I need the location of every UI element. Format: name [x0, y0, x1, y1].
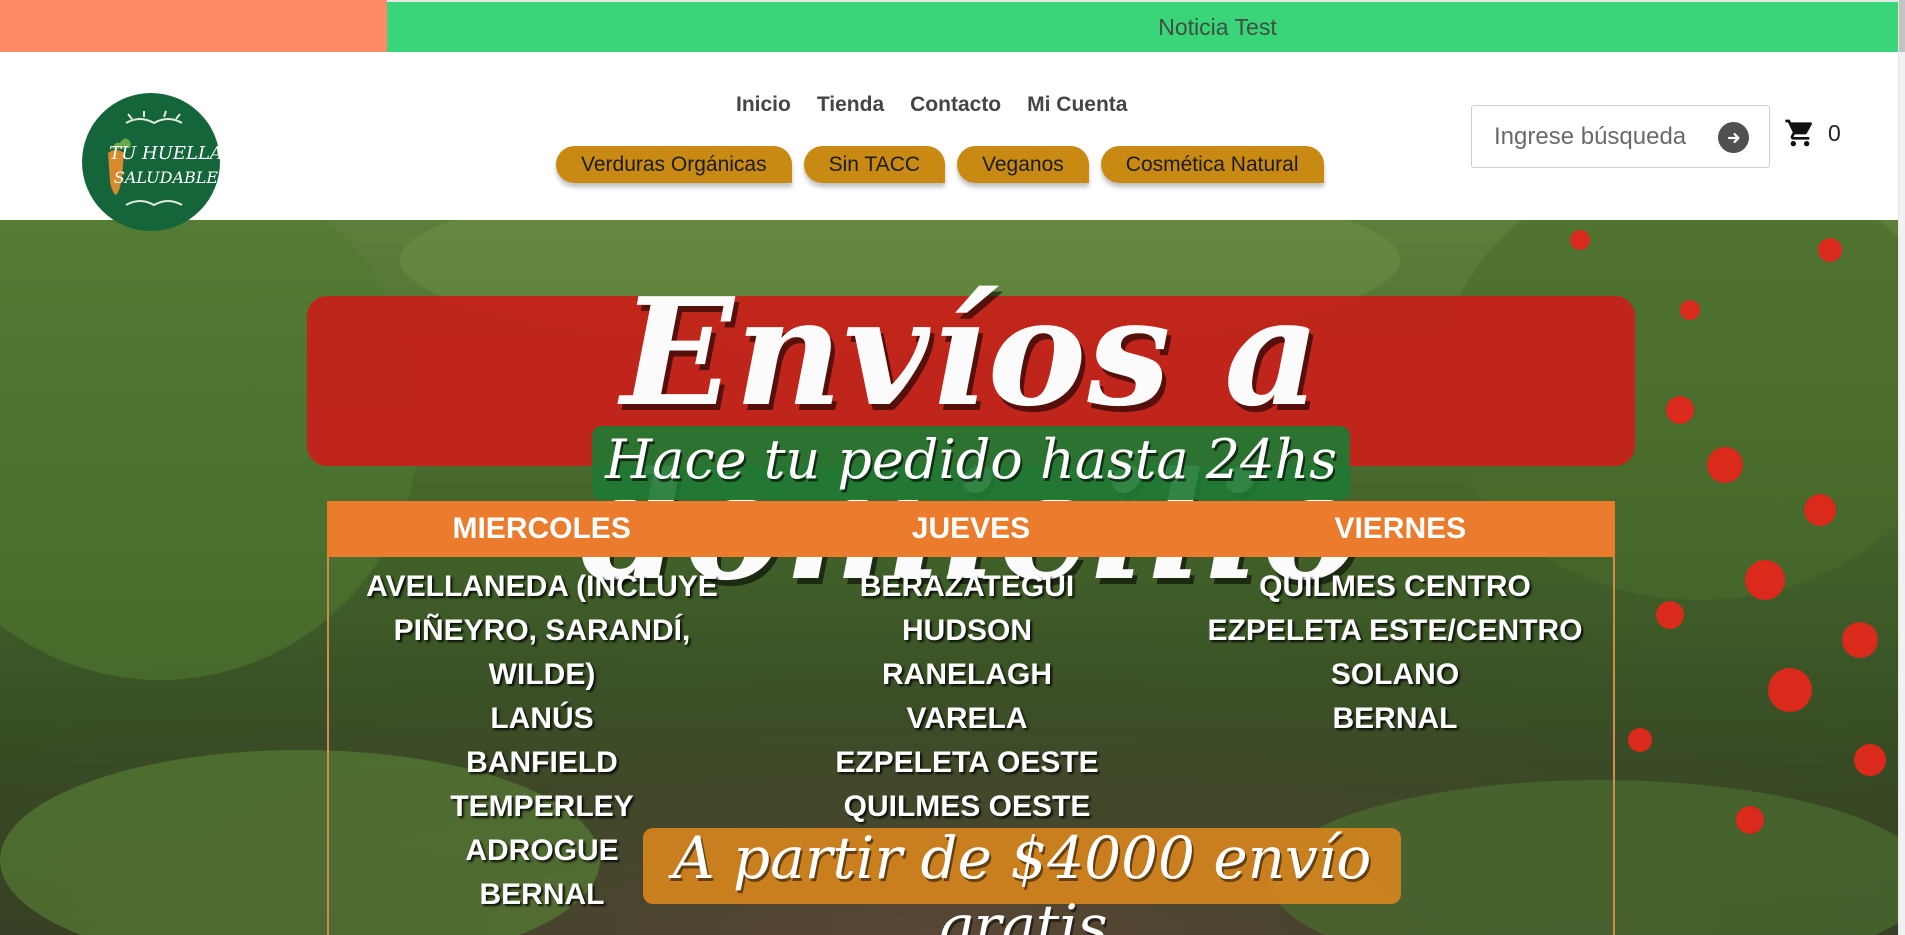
page-scrollbar[interactable] — [1898, 0, 1905, 935]
zone-item: LANÚS — [490, 702, 594, 735]
search-box — [1471, 105, 1770, 168]
zone-item: VARELA — [906, 702, 1028, 735]
category-sin-tacc[interactable]: Sin TACC — [803, 146, 946, 183]
announcement-text: Noticia Test — [1158, 13, 1277, 40]
logo-text-line1: TU HUELLA — [109, 143, 220, 164]
shopping-cart-icon — [1785, 119, 1813, 147]
zone-item: BERNAL — [1332, 702, 1458, 735]
zone-item: HUDSON — [901, 614, 1032, 647]
search-submit-button[interactable] — [1718, 122, 1749, 153]
zone-item: EZPELETA ESTE/CENTRO — [1207, 614, 1583, 647]
logo-graphic: TU HUELLA SALUDABLE — [108, 110, 220, 207]
nav-link-inicio[interactable]: Inicio — [736, 93, 791, 117]
page: Noticia Test Inicio Tienda Contacto Mi C… — [0, 0, 1905, 935]
announcement-area: Noticia Test — [387, 0, 1898, 52]
category-nav: Verduras Orgánicas Sin TACC Veganos Cosm… — [556, 146, 1324, 183]
site-header: Inicio Tienda Contacto Mi Cuenta Verdura… — [0, 52, 1898, 220]
arrow-right-circle-icon — [1727, 132, 1740, 143]
day-viernes: VIERNES — [1334, 512, 1467, 545]
scrollbar-thumb[interactable] — [1899, 0, 1905, 52]
day-miercoles: MIERCOLES — [452, 512, 631, 545]
nav-link-tienda[interactable]: Tienda — [817, 93, 884, 117]
cart-count: 0 — [1828, 119, 1841, 146]
nav-link-contacto[interactable]: Contacto — [910, 93, 1001, 117]
zone-item: QUILMES OESTE — [843, 790, 1091, 823]
zone-item: QUILMES CENTRO — [1259, 570, 1531, 603]
nav-link-mi-cuenta[interactable]: Mi Cuenta — [1027, 93, 1127, 117]
cart[interactable]: 0 — [1783, 117, 1841, 149]
delivery-days-bar: MIERCOLES JUEVES VIERNES — [327, 501, 1615, 557]
zone-item: PIÑEYRO, SARANDÍ, — [393, 614, 691, 647]
logo-text-line2: SALUDABLE — [114, 168, 219, 187]
zone-item: BERAZATEGUI — [859, 570, 1075, 603]
zone-item: EZPELETA OESTE — [835, 746, 1099, 779]
jueves-zones: BERAZATEGUI HUDSON RANELAGH VARELA EZPEL… — [752, 565, 1182, 829]
viernes-zones: QUILMES CENTRO EZPELETA ESTE/CENTRO SOLA… — [1180, 565, 1610, 741]
zone-item: TEMPERLEY — [450, 790, 634, 823]
zone-item: WILDE) — [488, 658, 596, 691]
zone-item: AVELLANEDA (INCLUYE — [366, 570, 718, 603]
zone-item: BANFIELD — [466, 746, 618, 779]
category-verduras-organicas[interactable]: Verduras Orgánicas — [556, 146, 792, 183]
zone-item: SOLANO — [1330, 658, 1460, 691]
day-jueves: JUEVES — [911, 512, 1031, 545]
main-nav: Inicio Tienda Contacto Mi Cuenta — [736, 93, 1127, 117]
announcement-bar: Noticia Test — [0, 0, 1898, 52]
zone-item: RANELAGH — [882, 658, 1052, 691]
site-logo[interactable]: TU HUELLA SALUDABLE — [82, 93, 220, 231]
hero-banner: Envíos a domicilio Hace tu pedido hasta … — [0, 220, 1898, 935]
announcement-accent — [0, 0, 387, 52]
search-input[interactable] — [1494, 122, 1714, 151]
category-veganos[interactable]: Veganos — [957, 146, 1089, 183]
promo-text: A partir de $4000 envío gratis — [672, 824, 1372, 935]
category-cosmetica-natural[interactable]: Cosmética Natural — [1100, 146, 1324, 183]
